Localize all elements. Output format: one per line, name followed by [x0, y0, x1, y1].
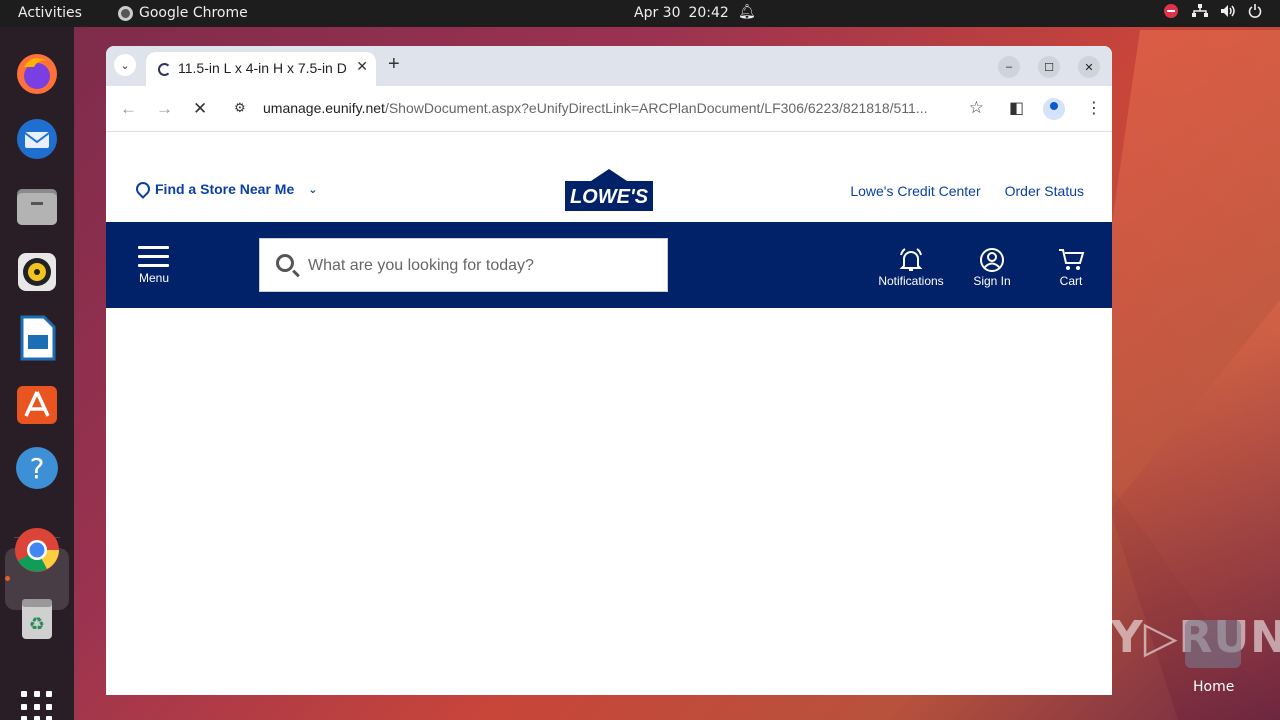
bell-icon: [899, 248, 923, 271]
dock: ? ♻: [0, 27, 74, 720]
activities-button[interactable]: Activities: [18, 5, 82, 21]
address-bar[interactable]: ⚙ umanage.eunify.net/ShowDocument.aspx?e…: [224, 92, 992, 126]
minimize-button[interactable]: –: [998, 56, 1020, 78]
files-icon[interactable]: [14, 183, 60, 229]
notifications-label: Notifications: [878, 274, 944, 288]
loading-icon: [158, 63, 171, 76]
chrome-icon: [118, 5, 133, 21]
tab-strip: ⌄ 11.5-in L x 4-in H x 7.5-in D ✕ + – ☐ …: [106, 46, 1112, 86]
profile-avatar[interactable]: [1043, 98, 1065, 120]
app-name: Google Chrome: [139, 5, 248, 21]
network-icon: [1192, 4, 1208, 17]
sign-in-label: Sign In: [973, 274, 1011, 288]
svg-text:LOWE'S: LOWE'S: [570, 186, 649, 208]
url-path: /ShowDocument.aspx?eUnifyDirectLink=ARCP…: [384, 100, 928, 116]
power-icon: [1248, 4, 1262, 18]
lowes-logo[interactable]: LOWE'S: [565, 169, 653, 211]
site-info-icon[interactable]: ⚙: [234, 100, 246, 116]
url-text[interactable]: umanage.eunify.net/ShowDocument.aspx?eUn…: [263, 100, 953, 116]
writer-icon[interactable]: [14, 315, 60, 361]
rhythmbox-icon[interactable]: [14, 249, 60, 295]
tab-title: 11.5-in L x 4-in H x 7.5-in D: [178, 60, 347, 76]
cart-label: Cart: [1059, 274, 1083, 288]
sign-in-button[interactable]: Sign In: [968, 246, 1016, 288]
search-icon[interactable]: [276, 254, 294, 272]
back-arrow-icon[interactable]: ←: [120, 99, 137, 119]
more-menu-icon[interactable]: ⋮: [1086, 98, 1102, 118]
home-folder-icon[interactable]: [1185, 620, 1241, 668]
main-header: Menu Notifications Sign In: [106, 222, 1112, 308]
bell-icon[interactable]: 🔔︎: [738, 4, 756, 20]
forward-arrow-icon[interactable]: →: [156, 99, 173, 119]
bookmark-star-icon[interactable]: ☆: [969, 98, 984, 118]
find-store-link[interactable]: Find a Store Near Me ⌄: [136, 181, 317, 197]
time: 20:42: [688, 5, 729, 21]
account-icon: [980, 248, 1004, 272]
location-pin-icon: [136, 182, 147, 196]
menu-button[interactable]: Menu: [138, 246, 170, 285]
url-domain: umanage.eunify.net: [263, 100, 385, 116]
close-icon[interactable]: ✕: [356, 58, 368, 75]
active-tab[interactable]: 11.5-in L x 4-in H x 7.5-in D ✕: [146, 52, 376, 86]
running-indicator: [5, 576, 10, 581]
order-status-link[interactable]: Order Status: [1005, 183, 1084, 199]
stop-loading-icon[interactable]: ✕: [193, 99, 207, 119]
new-tab-button[interactable]: +: [388, 53, 400, 76]
menu-label: Menu: [138, 271, 170, 285]
chevron-down-icon: ⌄: [308, 183, 318, 196]
firefox-icon[interactable]: [14, 51, 60, 97]
tab-search-button[interactable]: ⌄: [114, 54, 136, 76]
home-label: Home: [1193, 679, 1235, 695]
cart-button[interactable]: Cart: [1054, 246, 1088, 288]
notifications-button[interactable]: Notifications: [878, 246, 944, 288]
hamburger-icon: [138, 246, 170, 267]
chrome-icon[interactable]: [14, 527, 60, 573]
utility-links: Lowe's Credit Center Order Status: [850, 183, 1084, 199]
system-tray[interactable]: [1164, 4, 1262, 18]
anyrun-watermark: ANY▷RUN: [1038, 612, 1280, 663]
trash-icon[interactable]: ♻: [14, 595, 60, 641]
cart-icon: [1059, 249, 1085, 270]
help-icon[interactable]: ?: [14, 445, 60, 491]
credit-center-link[interactable]: Lowe's Credit Center: [850, 183, 980, 199]
svg-text:♻: ♻: [29, 614, 45, 635]
maximize-button[interactable]: ☐: [1038, 56, 1060, 78]
date: Apr 30: [634, 5, 681, 21]
do-not-disturb-icon: [1164, 4, 1178, 18]
volume-icon: [1221, 5, 1235, 17]
system-top-bar: Activities Google Chrome Apr 30 20:42 🔔︎: [0, 0, 1280, 27]
find-store-label: Find a Store Near Me: [155, 181, 295, 197]
search-box[interactable]: [259, 238, 668, 292]
close-window-button[interactable]: ✕: [1078, 56, 1100, 78]
web-page: Find a Store Near Me ⌄ LOWE'S Lowe's Cre…: [106, 133, 1112, 695]
app-center-icon[interactable]: [14, 380, 60, 426]
chrome-window: ⌄ 11.5-in L x 4-in H x 7.5-in D ✕ + – ☐ …: [106, 46, 1112, 695]
show-apps-icon[interactable]: [21, 691, 53, 720]
svg-text:?: ?: [30, 452, 45, 485]
thunderbird-icon[interactable]: [14, 115, 60, 161]
app-menu[interactable]: Google Chrome: [118, 5, 248, 21]
clock[interactable]: Apr 30 20:42: [634, 5, 729, 21]
search-input[interactable]: [308, 253, 648, 279]
browser-toolbar: ← → ✕ ⚙ umanage.eunify.net/ShowDocument.…: [106, 86, 1112, 132]
side-panel-icon[interactable]: ◧: [1009, 98, 1024, 118]
